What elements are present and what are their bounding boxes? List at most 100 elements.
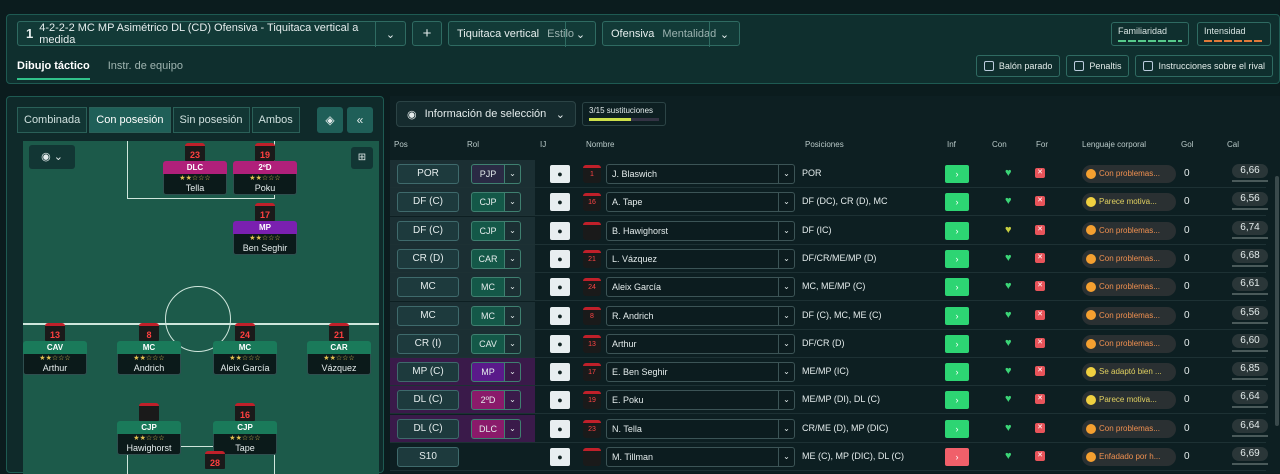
body-language-badge[interactable]: Con problemas... bbox=[1082, 249, 1176, 268]
position-slot[interactable]: CR (I) bbox=[397, 333, 459, 354]
position-slot[interactable]: MC bbox=[397, 277, 459, 298]
role-selector[interactable]: CJP ⌄ bbox=[471, 220, 521, 241]
player-select[interactable]: E. Poku ⌄ bbox=[606, 390, 795, 411]
position-slot[interactable]: POR bbox=[397, 164, 459, 184]
role-selector[interactable]: MP ⌄ bbox=[471, 362, 521, 383]
body-language-badge[interactable]: Se adaptó bien ... bbox=[1082, 363, 1176, 382]
player-select[interactable]: N. Tella ⌄ bbox=[606, 418, 795, 439]
view-toggle[interactable]: ◉ ⌄ bbox=[29, 145, 75, 169]
player-select[interactable]: M. Tillman ⌄ bbox=[606, 447, 795, 467]
player-select[interactable]: R. Andrich ⌄ bbox=[606, 305, 795, 326]
pitch-player[interactable]: CJP ★★☆☆☆ Hawighorst bbox=[117, 403, 181, 455]
info-icon[interactable]: › bbox=[945, 391, 969, 410]
position-slot[interactable]: S10 bbox=[397, 447, 459, 467]
position-slot[interactable]: DL (C) bbox=[397, 390, 459, 411]
info-icon[interactable]: › bbox=[945, 306, 969, 325]
body-language-badge[interactable]: Con problemas... bbox=[1082, 419, 1176, 438]
style-dropdown[interactable]: Tiquitaca vertical Estilo ⌄ bbox=[448, 21, 596, 47]
pitch-player[interactable]: 8 MC ★★☆☆☆ Andrich bbox=[117, 323, 181, 375]
intensity-meter[interactable]: Intensidad bbox=[1197, 22, 1271, 46]
person-icon[interactable]: ● bbox=[550, 306, 570, 325]
table-row[interactable]: MC MC ⌄ ● 24 Aleix García ⌄ MC, ME/MP (C) › ♥ ✕ Con… bbox=[390, 273, 1268, 302]
grid-icon[interactable]: ⊞ bbox=[351, 147, 373, 169]
penalties-button[interactable]: Penaltis bbox=[1066, 55, 1130, 77]
scrollbar[interactable] bbox=[1275, 176, 1279, 426]
info-icon[interactable]: › bbox=[945, 334, 969, 353]
info-icon[interactable]: › bbox=[945, 221, 969, 240]
position-slot[interactable]: DL (C) bbox=[397, 418, 459, 439]
table-row[interactable]: MP (C) MP ⌄ ● 17 E. Ben Seghir ⌄ ME/MP (IC) › ♥ ✕ S… bbox=[390, 358, 1268, 387]
body-language-badge[interactable]: Con problemas... bbox=[1082, 221, 1176, 240]
player-select[interactable]: Arthur ⌄ bbox=[606, 333, 795, 354]
pitch-tool-icon[interactable]: ◈ bbox=[317, 107, 343, 133]
person-icon[interactable]: ● bbox=[550, 391, 570, 410]
pitch-player[interactable]: 16 CJP ★★☆☆☆ Tape bbox=[213, 403, 277, 455]
add-tactic-button[interactable]: + bbox=[412, 21, 442, 46]
player-select[interactable]: J. Blaswich ⌄ bbox=[606, 164, 795, 184]
player-select[interactable]: L. Vázquez ⌄ bbox=[606, 248, 795, 269]
info-icon[interactable]: › bbox=[945, 448, 969, 466]
info-icon[interactable]: › bbox=[945, 165, 969, 183]
pitch-player[interactable]: 28 bbox=[183, 451, 247, 469]
role-selector[interactable]: CAV ⌄ bbox=[471, 333, 521, 354]
body-language-badge[interactable]: Parece motiva... bbox=[1082, 193, 1176, 212]
table-row[interactable]: DL (C) 2ºD ⌄ ● 19 E. Poku ⌄ ME/MP (DI), DL (C) ›… bbox=[390, 386, 1268, 415]
table-row[interactable]: DL (C) DLC ⌄ ● 23 N. Tella ⌄ CR/ME (D), MP (DIC… bbox=[390, 414, 1268, 443]
position-slot[interactable]: MP (C) bbox=[397, 362, 459, 383]
tab-team-instructions[interactable]: Instr. de equipo bbox=[108, 60, 183, 80]
role-selector[interactable]: 2ºD ⌄ bbox=[471, 390, 521, 411]
info-icon[interactable]: › bbox=[945, 278, 969, 297]
set-pieces-button[interactable]: Balón parado bbox=[975, 55, 1061, 77]
table-row[interactable]: S10 ● M. Tillman ⌄ ME (C), MP (DIC), DL (C) ›… bbox=[390, 443, 1268, 471]
collapse-icon[interactable]: « bbox=[347, 107, 373, 133]
pitch-player[interactable]: 23 DLC ★★☆☆☆ Tella bbox=[163, 143, 227, 195]
body-language-badge[interactable]: Con problemas... bbox=[1082, 165, 1176, 183]
player-select[interactable]: Aleix García ⌄ bbox=[606, 277, 795, 298]
info-icon[interactable]: › bbox=[945, 363, 969, 382]
position-slot[interactable]: DF (C) bbox=[397, 220, 459, 241]
role-selector[interactable]: CJP ⌄ bbox=[471, 192, 521, 213]
table-row[interactable]: CR (D) CAR ⌄ ● 21 L. Vázquez ⌄ DF/CR/ME/MP (D) ›… bbox=[390, 244, 1268, 273]
player-select[interactable]: B. Hawighorst ⌄ bbox=[606, 220, 795, 241]
position-slot[interactable]: MC bbox=[397, 305, 459, 326]
pitch-player[interactable]: 19 2ºD ★★☆☆☆ Poku bbox=[233, 143, 297, 195]
table-row[interactable]: CR (I) CAV ⌄ ● 13 Arthur ⌄ DF/CR (D) › ♥ ✕ Con prob… bbox=[390, 329, 1268, 358]
table-row[interactable]: POR PJP ⌄ ● 1 J. Blaswich ⌄ POR › ♥ ✕ Con problemas… bbox=[390, 160, 1268, 188]
role-selector[interactable]: DLC ⌄ bbox=[471, 418, 521, 439]
role-selector[interactable]: CAR ⌄ bbox=[471, 248, 521, 269]
tab-in-possession[interactable]: Con posesión bbox=[89, 107, 171, 133]
person-icon[interactable]: ● bbox=[550, 363, 570, 382]
person-icon[interactable]: ● bbox=[550, 193, 570, 212]
formation-dropdown[interactable]: 1 4-2-2-2 MC MP Asimétrico DL (CD) Ofens… bbox=[17, 21, 406, 47]
person-icon[interactable]: ● bbox=[550, 249, 570, 268]
table-row[interactable]: DF (C) CJP ⌄ ● 16 A. Tape ⌄ DF (DC), CR (D), MC… bbox=[390, 188, 1268, 217]
position-slot[interactable]: DF (C) bbox=[397, 192, 459, 213]
info-icon[interactable]: › bbox=[945, 193, 969, 212]
person-icon[interactable]: ● bbox=[550, 334, 570, 353]
tab-out-of-possession[interactable]: Sin posesión bbox=[172, 107, 250, 133]
opposition-instructions-button[interactable]: Instrucciones sobre el rival bbox=[1135, 55, 1273, 77]
body-language-badge[interactable]: Con problemas... bbox=[1082, 306, 1176, 325]
player-select[interactable]: E. Ben Seghir ⌄ bbox=[606, 362, 795, 383]
role-selector[interactable]: MC ⌄ bbox=[471, 305, 521, 326]
tab-combined[interactable]: Combinada bbox=[17, 107, 88, 133]
familiarity-meter[interactable]: Familiaridad bbox=[1111, 22, 1189, 46]
role-selector[interactable]: PJP ⌄ bbox=[471, 164, 521, 184]
person-icon[interactable]: ● bbox=[550, 278, 570, 297]
info-icon[interactable]: › bbox=[945, 419, 969, 438]
position-slot[interactable]: CR (D) bbox=[397, 248, 459, 269]
body-language-badge[interactable]: Con problemas... bbox=[1082, 334, 1176, 353]
tab-tactical-drawing[interactable]: Dibujo táctico bbox=[17, 60, 90, 80]
pitch-player[interactable]: 24 MC ★★☆☆☆ Aleix García bbox=[213, 323, 277, 375]
person-icon[interactable]: ● bbox=[550, 221, 570, 240]
info-icon[interactable]: › bbox=[945, 249, 969, 268]
body-language-badge[interactable]: Enfadado por h... bbox=[1082, 448, 1176, 466]
pitch-player[interactable]: 21 CAR ★★☆☆☆ Vázquez bbox=[307, 323, 371, 375]
table-row[interactable]: MC MC ⌄ ● 8 R. Andrich ⌄ DF (C), MC, ME (C) › ♥ ✕ C… bbox=[390, 301, 1268, 330]
mentality-dropdown[interactable]: Ofensiva Mentalidad ⌄ bbox=[602, 21, 740, 47]
pitch-player[interactable]: 13 CAV ★★☆☆☆ Arthur bbox=[23, 323, 87, 375]
pitch-player[interactable]: 17 MP ★★☆☆☆ Ben Seghir bbox=[233, 203, 297, 255]
table-row[interactable]: DF (C) CJP ⌄ ● B. Hawighorst ⌄ DF (IC) › ♥ ✕ Con p… bbox=[390, 216, 1268, 245]
body-language-badge[interactable]: Parece motiva... bbox=[1082, 391, 1176, 410]
player-select[interactable]: A. Tape ⌄ bbox=[606, 192, 795, 213]
